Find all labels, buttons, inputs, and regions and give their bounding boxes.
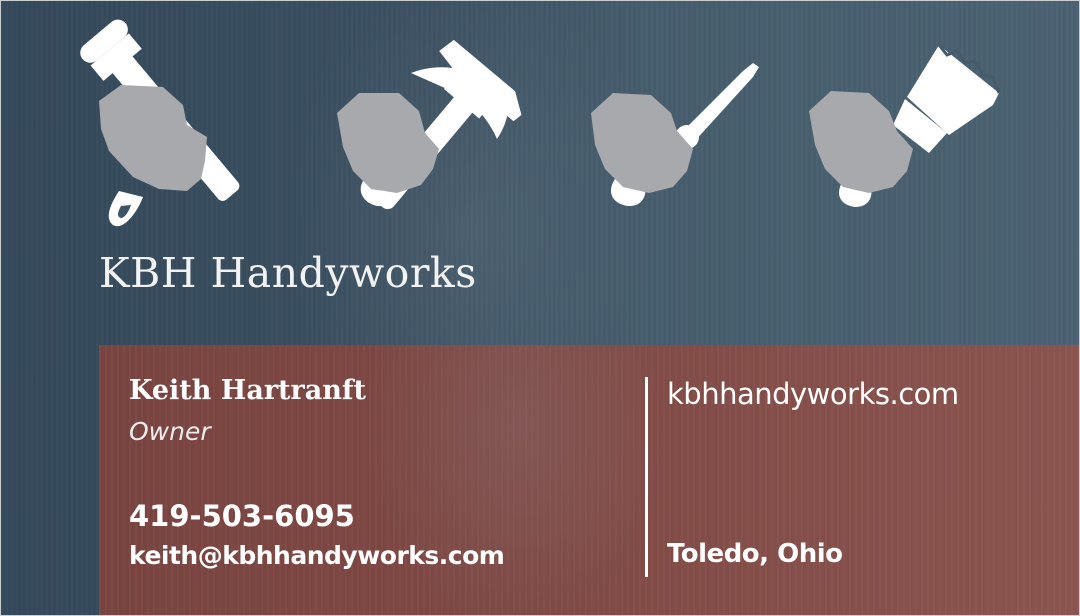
- hand-screwdriver-icon: [591, 63, 759, 207]
- hand-hammer-icon: [337, 39, 522, 210]
- contact-name: Keith Hartranft: [129, 375, 366, 406]
- contact-location: Toledo, Ohio: [667, 539, 843, 569]
- hand-wrench-icon: [80, 19, 240, 227]
- company-name: KBH Handyworks: [99, 249, 477, 297]
- hand-paintbrush-icon: [809, 44, 1001, 207]
- contact-title: Owner: [129, 417, 211, 446]
- contact-phone: 419-503-6095: [129, 499, 355, 533]
- contact-email: keith@kbhhandyworks.com: [129, 541, 505, 570]
- tool-icons-row: [80, 19, 1001, 227]
- contact-panel: Keith Hartranft Owner 419-503-6095 keith…: [99, 345, 1079, 615]
- contact-website: kbhhandyworks.com: [667, 377, 959, 411]
- vertical-divider: [645, 377, 648, 577]
- business-card: KBH Handyworks Keith Hartranft Owner 419…: [0, 0, 1080, 616]
